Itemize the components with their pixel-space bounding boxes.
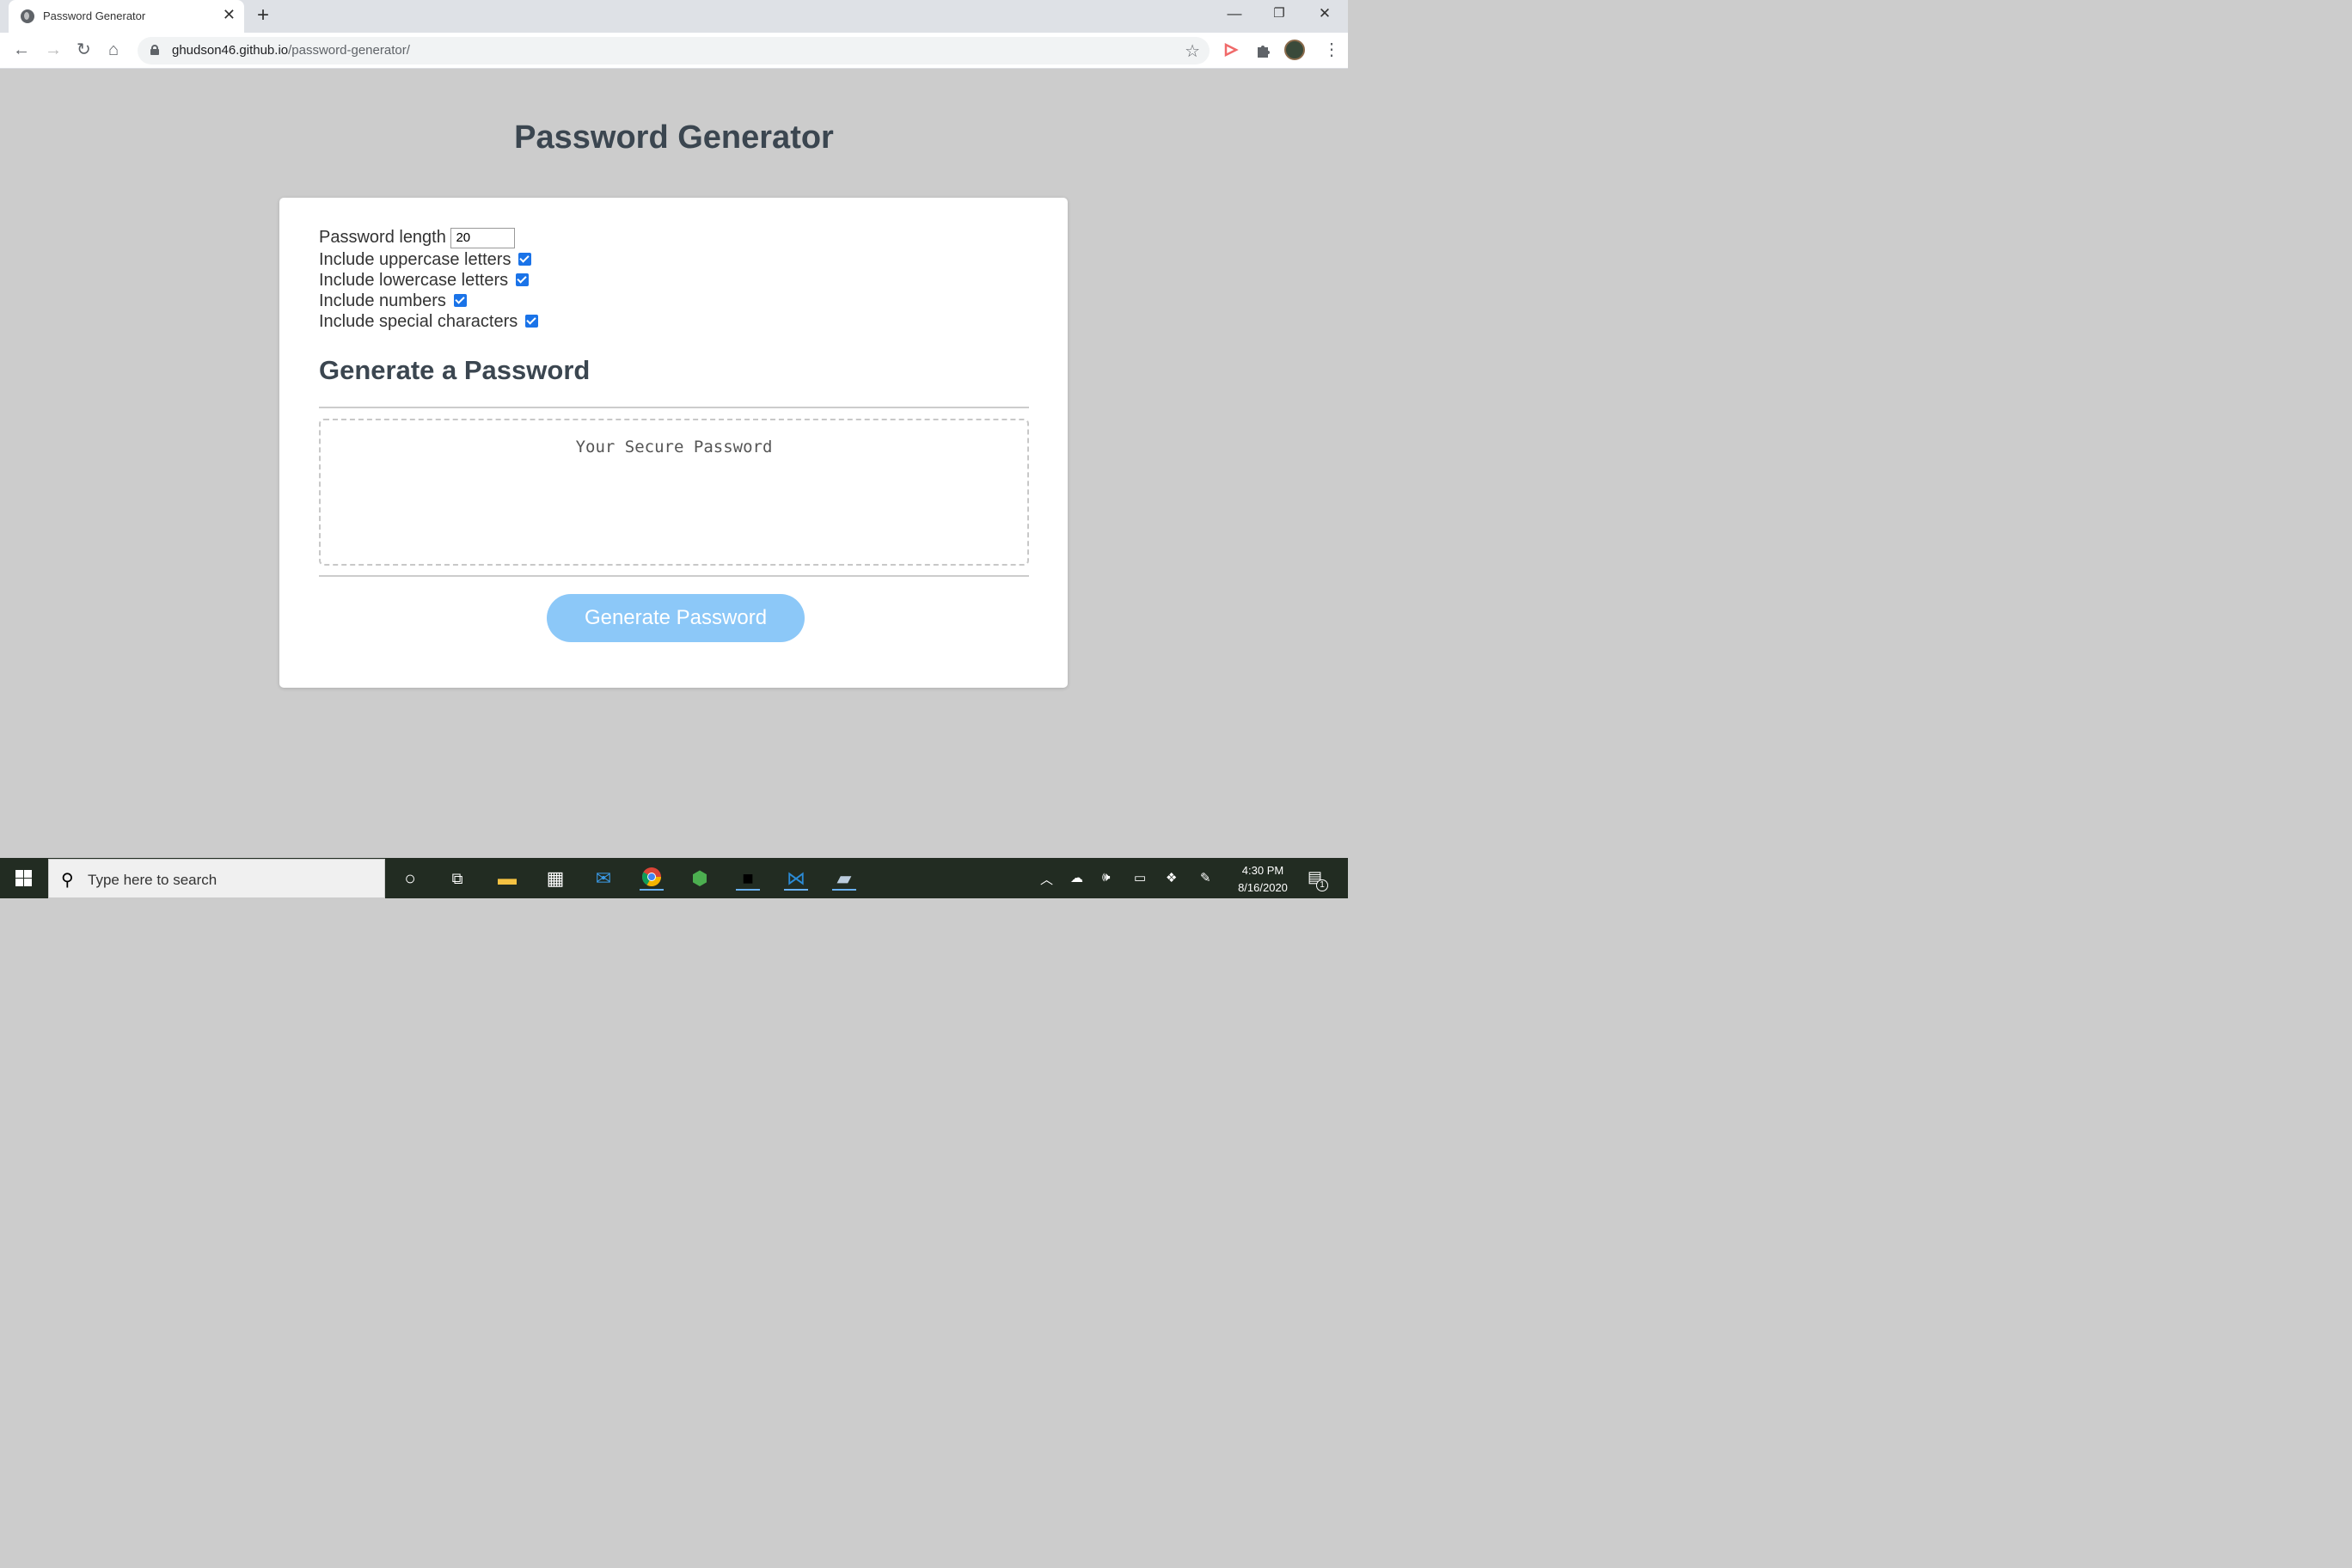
lowercase-checkbox[interactable] — [516, 273, 530, 286]
generate-password-button[interactable]: Generate Password — [547, 594, 805, 642]
special-label: Include special characters — [319, 312, 518, 331]
lowercase-option: Include lowercase letters — [319, 270, 530, 291]
taskbar: ⚲ Type here to search ○ ⧉ ▬ ▦ ✉ ⬢ ■ ⋈ ▰ … — [0, 858, 1348, 898]
clock-date: 8/16/2020 — [1238, 881, 1288, 894]
mail-icon[interactable]: ✉ — [591, 867, 616, 891]
globe-icon — [21, 9, 34, 23]
store-icon[interactable]: ▦ — [543, 867, 567, 891]
password-output[interactable]: Your Secure Password — [319, 419, 1029, 566]
cortana-icon[interactable]: ○ — [398, 867, 422, 891]
pen-icon[interactable]: ✎ — [1200, 870, 1211, 885]
more-menu-icon[interactable]: ⋮ — [1323, 38, 1340, 62]
numbers-option: Include numbers — [319, 291, 467, 311]
new-tab-button[interactable]: + — [257, 3, 269, 28]
close-window-button[interactable]: ✕ — [1308, 3, 1342, 24]
browser-toolbar: ← → ↻ ⌂ ghudson46.github.io/password-gen… — [0, 33, 1348, 69]
taskbar-search[interactable]: ⚲ Type here to search — [48, 859, 385, 898]
forward-icon[interactable]: → — [45, 40, 62, 59]
uppercase-option: Include uppercase letters — [319, 249, 532, 270]
generator-card: Password length Include uppercase letter… — [279, 198, 1068, 688]
address-bar[interactable]: ghudson46.github.io/password-generator/ … — [138, 37, 1210, 64]
close-tab-icon[interactable]: ✕ — [223, 6, 236, 24]
restore-button[interactable]: ❐ — [1262, 3, 1296, 24]
url-text[interactable]: ghudson46.github.io/password-generator/ — [172, 43, 410, 58]
battery-icon[interactable]: ▭ — [1134, 870, 1146, 885]
page-viewport: Password Generator Password length Inclu… — [0, 70, 1348, 858]
special-option: Include special characters — [319, 311, 539, 332]
section-heading: Generate a Password — [319, 355, 591, 385]
search-placeholder: Type here to search — [88, 872, 217, 888]
tab-strip: Password Generator ✕ + — ❐ ✕ — [0, 0, 1348, 33]
divider-top — [319, 407, 1029, 408]
length-option: Password length — [319, 227, 516, 248]
length-input[interactable] — [450, 227, 516, 248]
chrome-icon[interactable] — [640, 867, 664, 891]
clock-time: 4:30 PM — [1241, 864, 1284, 877]
notepad-icon[interactable]: ▰ — [832, 867, 856, 891]
tab-title: Password Generator — [43, 9, 146, 22]
home-icon[interactable]: ⌂ — [108, 40, 119, 59]
back-icon[interactable]: ← — [13, 40, 30, 59]
search-icon: ⚲ — [61, 871, 74, 890]
lock-icon[interactable] — [150, 45, 159, 55]
node-icon[interactable]: ⬢ — [688, 867, 712, 891]
extensions-puzzle-icon[interactable] — [1254, 40, 1273, 59]
extension-cast-icon[interactable] — [1222, 40, 1241, 59]
lowercase-label: Include lowercase letters — [319, 271, 509, 290]
page-title: Password Generator — [514, 119, 834, 156]
file-explorer-icon[interactable]: ▬ — [495, 867, 519, 891]
special-checkbox[interactable] — [525, 315, 539, 328]
onedrive-icon[interactable]: ☁ — [1070, 870, 1083, 885]
numbers-checkbox[interactable] — [453, 294, 467, 307]
browser-tab[interactable]: Password Generator ✕ — [9, 0, 244, 33]
system-clock[interactable]: 4:30 PM 8/16/2020 — [1225, 862, 1301, 897]
length-label: Password length — [319, 228, 446, 247]
reload-icon[interactable]: ↻ — [77, 40, 91, 59]
terminal-icon[interactable]: ■ — [736, 867, 760, 891]
notification-count-badge: 1 — [1316, 879, 1328, 891]
task-view-icon[interactable]: ⧉ — [445, 867, 469, 891]
profile-avatar[interactable] — [1284, 40, 1305, 60]
volume-icon[interactable]: 🕪 — [1102, 870, 1110, 885]
uppercase-label: Include uppercase letters — [319, 250, 511, 269]
vscode-icon[interactable]: ⋈ — [784, 867, 808, 891]
divider-bottom — [319, 575, 1029, 577]
show-hidden-icons-icon[interactable]: ︿ — [1040, 870, 1053, 888]
minimize-button[interactable]: — — [1217, 3, 1252, 24]
dropbox-icon[interactable]: ❖ — [1166, 870, 1177, 885]
bookmark-star-icon[interactable]: ☆ — [1185, 40, 1200, 62]
windows-start-icon[interactable] — [15, 870, 33, 887]
uppercase-checkbox[interactable] — [518, 253, 532, 266]
numbers-label: Include numbers — [319, 291, 446, 310]
